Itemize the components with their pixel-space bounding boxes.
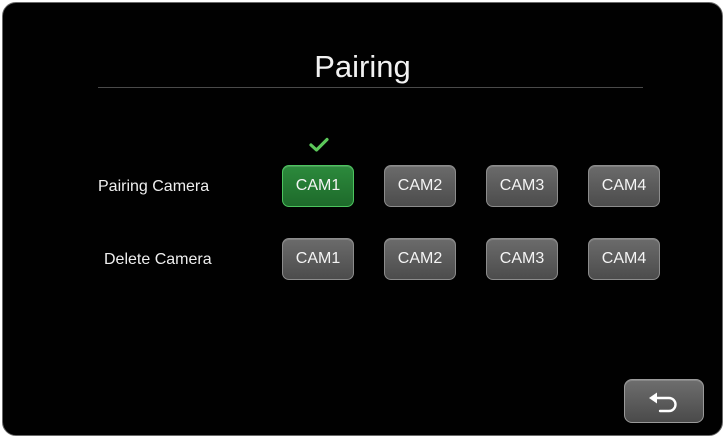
delete-cam2-button[interactable]: CAM2 [384, 238, 456, 280]
pair-cam4-button[interactable]: CAM4 [588, 165, 660, 207]
pair-cam2-button[interactable]: CAM2 [384, 165, 456, 207]
delete-cam3-button[interactable]: CAM3 [486, 238, 558, 280]
delete-cam1-button[interactable]: CAM1 [282, 238, 354, 280]
delete-cam4-button[interactable]: CAM4 [588, 238, 660, 280]
pair-cam1-button[interactable]: CAM1 [282, 165, 354, 207]
title-divider [98, 87, 643, 88]
page-title: Pairing [314, 49, 411, 84]
pairing-camera-label: Pairing Camera [98, 178, 210, 195]
pair-cam3-button[interactable]: CAM3 [486, 165, 558, 207]
back-arrow-icon [649, 392, 677, 413]
back-button[interactable] [624, 379, 704, 423]
checkmark-icon [309, 137, 329, 152]
pairing-screen: Pairing Pairing Camera CAM1 CAM2 CAM3 CA… [2, 2, 723, 436]
delete-camera-label: Delete Camera [104, 251, 212, 268]
